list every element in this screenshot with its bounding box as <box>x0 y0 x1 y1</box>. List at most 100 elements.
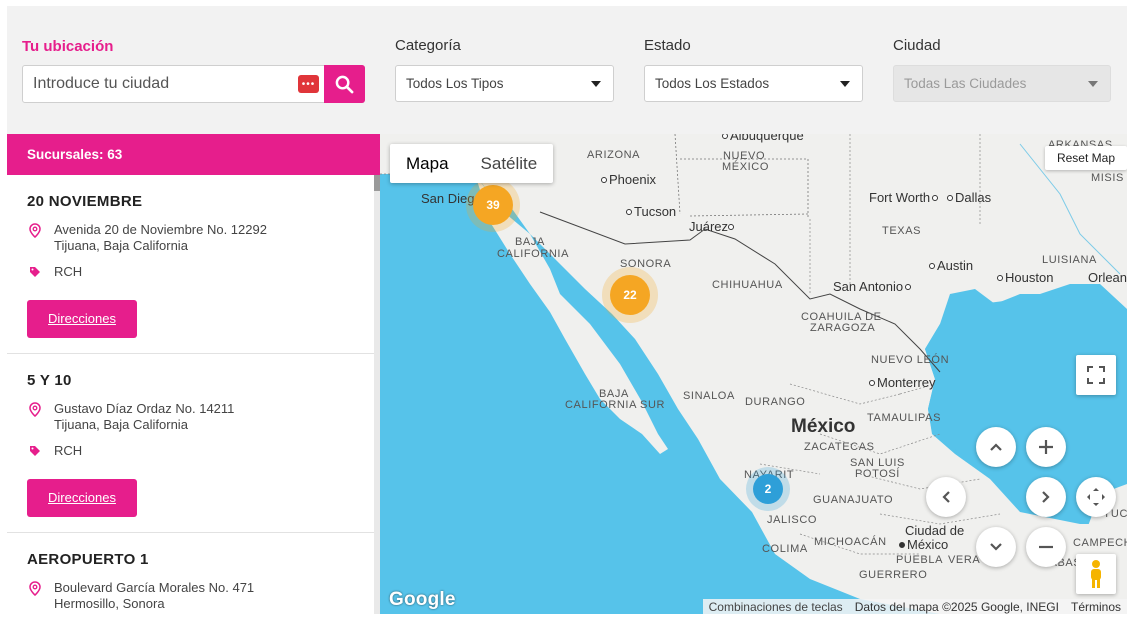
store-name: 20 NOVIEMBRE <box>27 193 143 210</box>
map-region-label: ZARAGOZA <box>810 322 876 334</box>
caret-down-icon <box>840 81 850 87</box>
map-type-map[interactable]: Mapa <box>390 144 465 183</box>
map-type-control: Mapa Satélite <box>390 144 554 183</box>
city-name: Juárez <box>689 219 729 234</box>
search-icon <box>335 75 354 93</box>
pan-up-button[interactable] <box>976 427 1016 467</box>
google-logo: Google <box>389 589 456 610</box>
chevron-left-icon <box>942 491 950 503</box>
map-region-label: COLIMA <box>762 543 808 555</box>
rotate-icon <box>1087 488 1105 506</box>
map[interactable]: Albuquerque ARIZONA NUEVO MÉXICO Phoenix… <box>380 134 1127 614</box>
keyboard-shortcuts-link[interactable]: Combinaciones de teclas <box>709 600 843 614</box>
category-label: Categoría <box>395 37 461 54</box>
map-pin-icon <box>29 402 41 417</box>
map-region-label: CAMPECHE <box>1073 537 1127 549</box>
store-address: Avenida 20 de Noviembre No. 12292 Tijuana… <box>54 222 267 254</box>
map-city-label: Austin <box>929 258 973 273</box>
map-cluster[interactable]: 2 <box>746 467 790 511</box>
address-line: Boulevard García Morales No. 471 <box>54 580 255 595</box>
map-country-label: México <box>791 416 856 437</box>
map-region-label: CALIFORNIA <box>497 248 570 260</box>
map-city-label: Monterrey <box>869 375 936 390</box>
city-name: Houston <box>1005 270 1054 285</box>
zoom-in-button[interactable] <box>1026 427 1066 467</box>
map-region-label: SINALOA <box>683 390 735 402</box>
map-region-label: MÉXICO <box>722 161 769 173</box>
directions-button[interactable]: Direcciones <box>27 300 137 338</box>
city-name: Phoenix <box>609 172 656 187</box>
store-tag: RCH <box>54 443 83 458</box>
city-name: Fort Worth <box>869 190 931 205</box>
store-item: 20 NOVIEMBRE Avenida 20 de Noviembre No.… <box>7 175 374 354</box>
category-select[interactable]: Todos Los Tipos <box>395 65 614 102</box>
cluster-count: 2 <box>753 474 783 504</box>
map-region-label: DURANGO <box>745 396 806 408</box>
cluster-count: 39 <box>473 185 513 225</box>
map-region-label: GUERRERO <box>859 569 928 581</box>
map-region-label: JALISCO <box>767 514 818 526</box>
state-select[interactable]: Todos Los Estados <box>644 65 863 102</box>
search-button[interactable] <box>324 65 365 103</box>
zoom-out-button[interactable] <box>1026 527 1066 567</box>
pan-down-button[interactable] <box>976 527 1016 567</box>
city-name: Dallas <box>955 190 992 205</box>
city-name: Tucson <box>634 204 677 219</box>
map-region-label: TAMAULIPAS <box>867 412 942 424</box>
map-cluster[interactable]: 22 <box>602 267 658 323</box>
map-region-label: POTOSÍ <box>855 468 900 480</box>
plus-icon <box>1039 440 1053 454</box>
city-select[interactable]: Todas Las Ciudades <box>893 65 1111 102</box>
location-label: Tu ubicación <box>22 38 114 55</box>
rotate-button[interactable] <box>1076 477 1116 517</box>
store-name: AEROPUERTO 1 <box>27 551 149 568</box>
store-address: Gustavo Díaz Ordaz No. 14211 Tijuana, Baj… <box>54 401 234 433</box>
password-manager-icon[interactable]: ••• <box>298 75 319 93</box>
map-type-satellite[interactable]: Satélite <box>465 144 554 183</box>
terms-link[interactable]: Términos <box>1071 600 1121 614</box>
address-line: Tijuana, Baja California <box>54 417 188 432</box>
fullscreen-icon <box>1087 366 1105 384</box>
map-city-label: Houston <box>997 270 1053 285</box>
reset-map-button[interactable]: Reset Map <box>1044 146 1127 170</box>
city-name: Austin <box>937 258 974 273</box>
store-list: Sucursales: 63 20 NOVIEMBRE Avenida 20 d… <box>7 134 380 614</box>
map-city-label: Fort Worth <box>869 190 940 205</box>
pan-right-button[interactable] <box>1026 477 1066 517</box>
state-value: Todos Los Estados <box>655 76 770 91</box>
map-region-label: VERA <box>948 554 981 566</box>
tag-icon <box>30 267 40 277</box>
store-tag: RCH <box>54 264 83 279</box>
map-attribution: Combinaciones de teclas Datos del mapa ©… <box>702 599 1127 614</box>
pan-left-button[interactable] <box>926 477 966 517</box>
map-region-label: NUEVO LEÓN <box>871 354 950 366</box>
map-city-label: Ciudad de <box>905 523 965 538</box>
map-region-label: ZACATECAS <box>804 441 875 453</box>
fullscreen-button[interactable] <box>1076 355 1116 395</box>
store-count: Sucursales: 63 <box>7 134 380 175</box>
map-region-label: BAJA <box>515 236 545 248</box>
map-pin-icon <box>29 581 41 596</box>
minus-icon <box>1039 545 1053 549</box>
chevron-down-icon <box>990 543 1002 551</box>
store-item: 5 Y 10 Gustavo Díaz Ordaz No. 14211 Tijua… <box>7 354 374 533</box>
address-line: Tijuana, Baja California <box>54 238 188 253</box>
map-region-label: GUANAJUATO <box>813 494 894 506</box>
caret-down-icon <box>591 81 601 87</box>
location-input[interactable] <box>23 66 323 102</box>
address-line: Hermosillo, Sonora <box>54 596 165 611</box>
city-name: Monterrey <box>877 375 936 390</box>
map-pin-icon <box>29 223 41 238</box>
map-region-label: MICHOACÁN <box>814 536 887 548</box>
street-view-button[interactable] <box>1076 554 1116 594</box>
map-city-label: Tucson <box>626 204 676 219</box>
address-line: Gustavo Díaz Ordaz No. 14211 <box>54 401 235 416</box>
state-label: Estado <box>644 37 691 54</box>
category-value: Todos Los Tipos <box>406 76 504 91</box>
directions-button[interactable]: Direcciones <box>27 479 137 517</box>
map-city-label: Albuquerque <box>722 134 804 143</box>
map-data-text: Datos del mapa ©2025 Google, INEGI <box>854 599 1059 614</box>
address-line: Avenida 20 de Noviembre No. 12292 <box>54 222 267 237</box>
map-city-label: Juárez <box>689 219 736 234</box>
map-cluster[interactable]: 39 <box>466 178 520 232</box>
